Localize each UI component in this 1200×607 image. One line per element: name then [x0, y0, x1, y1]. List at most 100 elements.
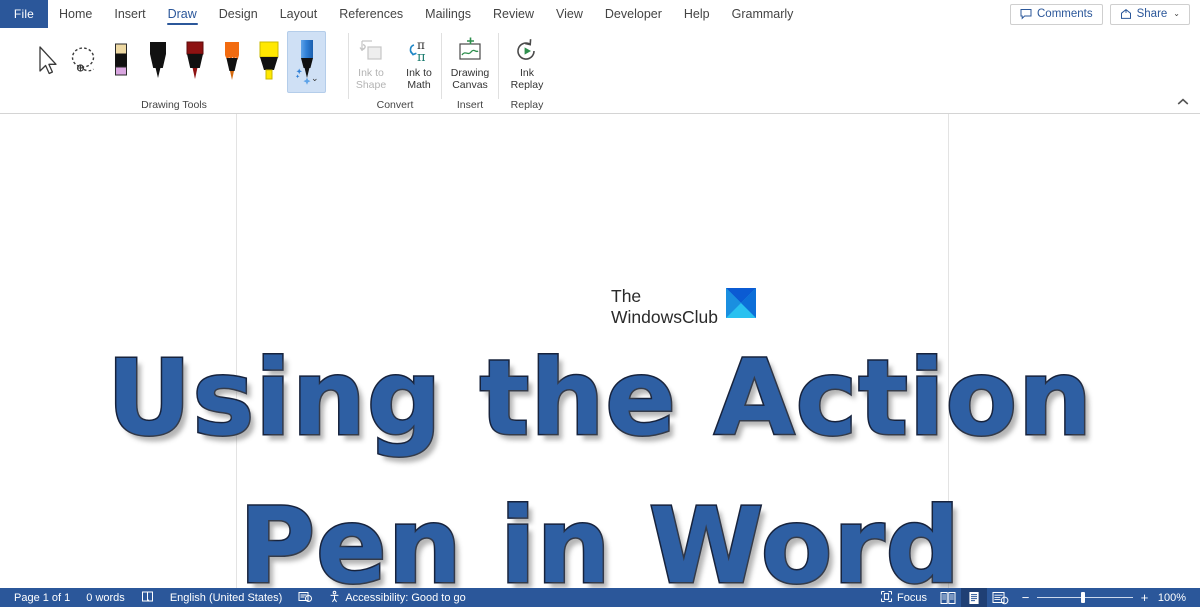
read-mode-view-button[interactable] [935, 588, 961, 607]
zoom-slider-track [1037, 596, 1133, 599]
language-label: English (United States) [169, 591, 283, 604]
text-predictions-button[interactable] [290, 588, 320, 607]
tab-label: Design [218, 7, 258, 21]
ink-to-math-label: Ink to Math [406, 67, 432, 91]
document-canvas[interactable]: The WindowsClub Using the Action Pen in … [0, 114, 1200, 588]
chevron-down-icon[interactable]: ⌄ [1173, 10, 1180, 18]
accessibility-icon [328, 590, 341, 606]
comments-button[interactable]: Comments [1010, 3, 1103, 25]
ink-to-shape-button[interactable]: Ink to Shape [347, 31, 395, 100]
action-pen-icon: ⌄ [294, 37, 320, 87]
proofing-errors-icon [141, 590, 154, 606]
tab-label: Home [59, 7, 93, 21]
tab-label: Help [683, 7, 710, 21]
zoom-in-button[interactable]: + [1140, 591, 1149, 604]
tab-mailings[interactable]: Mailings [414, 0, 482, 28]
accessibility-status-button[interactable]: Accessibility: Good to go [320, 588, 473, 607]
drawing-canvas-icon [455, 34, 485, 64]
tab-home[interactable]: Home [48, 0, 103, 28]
pencil-orange[interactable] [213, 31, 250, 91]
focus-mode-label: Focus [897, 591, 927, 604]
focus-mode-button[interactable]: Focus [872, 588, 935, 607]
collapse-ribbon-button[interactable] [1172, 93, 1194, 111]
document-page[interactable]: The WindowsClub Using the Action Pen in … [0, 114, 1200, 588]
ribbon-group-label: Replay [510, 99, 544, 111]
titlebar-actions: Comments Share ⌄ [1010, 0, 1200, 28]
zoom-slider[interactable] [1037, 592, 1133, 603]
ink-to-shape-label: Ink to Shape [355, 67, 387, 91]
watermark-line1: The [611, 286, 642, 306]
ink-to-math-button[interactable]: π π Ink to Math [395, 31, 443, 100]
chevron-down-icon[interactable]: ⌄ [311, 74, 319, 83]
share-label: Share [1136, 8, 1168, 20]
text-predictions-icon [298, 590, 313, 606]
tab-label: Layout [279, 7, 318, 21]
tab-references[interactable]: References [328, 0, 414, 28]
tab-review[interactable]: Review [482, 0, 545, 28]
web-layout-view-button[interactable] [987, 588, 1013, 607]
tab-design[interactable]: Design [208, 0, 269, 28]
action-pen[interactable]: ⌄ [287, 31, 326, 93]
ribbon-group-label: Insert [456, 99, 484, 111]
windowsclub-logo-icon [725, 288, 756, 318]
tab-insert[interactable]: Insert [103, 0, 156, 28]
tab-help[interactable]: Help [673, 0, 721, 28]
pen-dark-red[interactable] [176, 31, 213, 91]
page-number-status[interactable]: Page 1 of 1 [6, 588, 78, 607]
select-tool[interactable] [28, 31, 65, 91]
watermark-text: The WindowsClub [611, 286, 718, 328]
word-count-label: 0 words [86, 591, 125, 604]
tab-label: Developer [604, 7, 662, 21]
ribbon-group-label: Convert [376, 99, 414, 111]
zoom-control: − + 100% [1013, 591, 1194, 604]
focus-mode-icon [880, 590, 893, 606]
tab-label: References [339, 7, 404, 21]
zoom-slider-handle[interactable] [1081, 592, 1085, 603]
language-status[interactable]: English (United States) [162, 588, 291, 607]
tab-label: View [556, 7, 583, 21]
draw-ribbon: ⌄ Drawing Tools Ink to Shape π π Ink to … [0, 29, 1200, 114]
ribbon-tabs: Home Insert Draw Design Layout Reference… [48, 0, 804, 28]
tab-layout[interactable]: Layout [269, 0, 329, 28]
proofing-errors-button[interactable] [133, 588, 162, 607]
ink-replay-button[interactable]: Ink Replay [503, 31, 551, 100]
document-heading[interactable]: Using the Action Pen in Word [0, 324, 1200, 589]
drawing-canvas-label: Drawing Canvas [450, 67, 490, 91]
zoom-out-button[interactable]: − [1021, 591, 1030, 604]
comments-label: Comments [1037, 8, 1093, 20]
word-count-status[interactable]: 0 words [78, 588, 133, 607]
ribbon-group-label: Drawing Tools [141, 99, 207, 111]
svg-text:π: π [417, 50, 426, 64]
share-icon [1120, 8, 1132, 20]
file-tab[interactable]: File [0, 0, 48, 28]
tab-view[interactable]: View [545, 0, 594, 28]
ribbon-tab-strip: File Home Insert Draw Design Layout Refe… [0, 0, 1200, 29]
tab-label: Grammarly [731, 7, 794, 21]
heading-line-2: Pen in Word [237, 484, 962, 589]
status-bar: Page 1 of 1 0 words English (United Stat… [0, 588, 1200, 607]
ribbon-group-replay: Ink Replay Replay [499, 29, 555, 113]
zoom-level-label[interactable]: 100% [1156, 592, 1186, 604]
print-layout-view-button[interactable] [961, 588, 987, 607]
lasso-select-tool[interactable] [65, 31, 102, 91]
tab-label: Insert [114, 7, 146, 21]
page-number-label: Page 1 of 1 [14, 591, 71, 604]
active-tab-underline [166, 22, 198, 25]
watermark: The WindowsClub [611, 286, 756, 328]
comment-icon [1020, 8, 1032, 20]
ink-to-math-icon: π π [405, 34, 433, 64]
tab-developer[interactable]: Developer [594, 0, 673, 28]
eraser-tool[interactable] [102, 31, 139, 91]
tab-draw[interactable]: Draw [157, 0, 208, 28]
tab-grammarly[interactable]: Grammarly [721, 0, 805, 28]
highlighter-yellow[interactable] [250, 31, 287, 91]
share-button[interactable]: Share ⌄ [1109, 3, 1190, 25]
pen-black[interactable] [139, 31, 176, 91]
ribbon-group-convert: Ink to Shape π π Ink to Math Convert [349, 29, 441, 113]
heading-line-1: Using the Action [105, 336, 1094, 461]
ink-replay-label: Ink Replay [510, 67, 544, 91]
ribbon-group-insert: Drawing Canvas Insert [442, 29, 498, 113]
ink-to-shape-icon [357, 34, 385, 64]
accessibility-label: Accessibility: Good to go [345, 591, 466, 604]
drawing-canvas-button[interactable]: Drawing Canvas [446, 31, 494, 100]
